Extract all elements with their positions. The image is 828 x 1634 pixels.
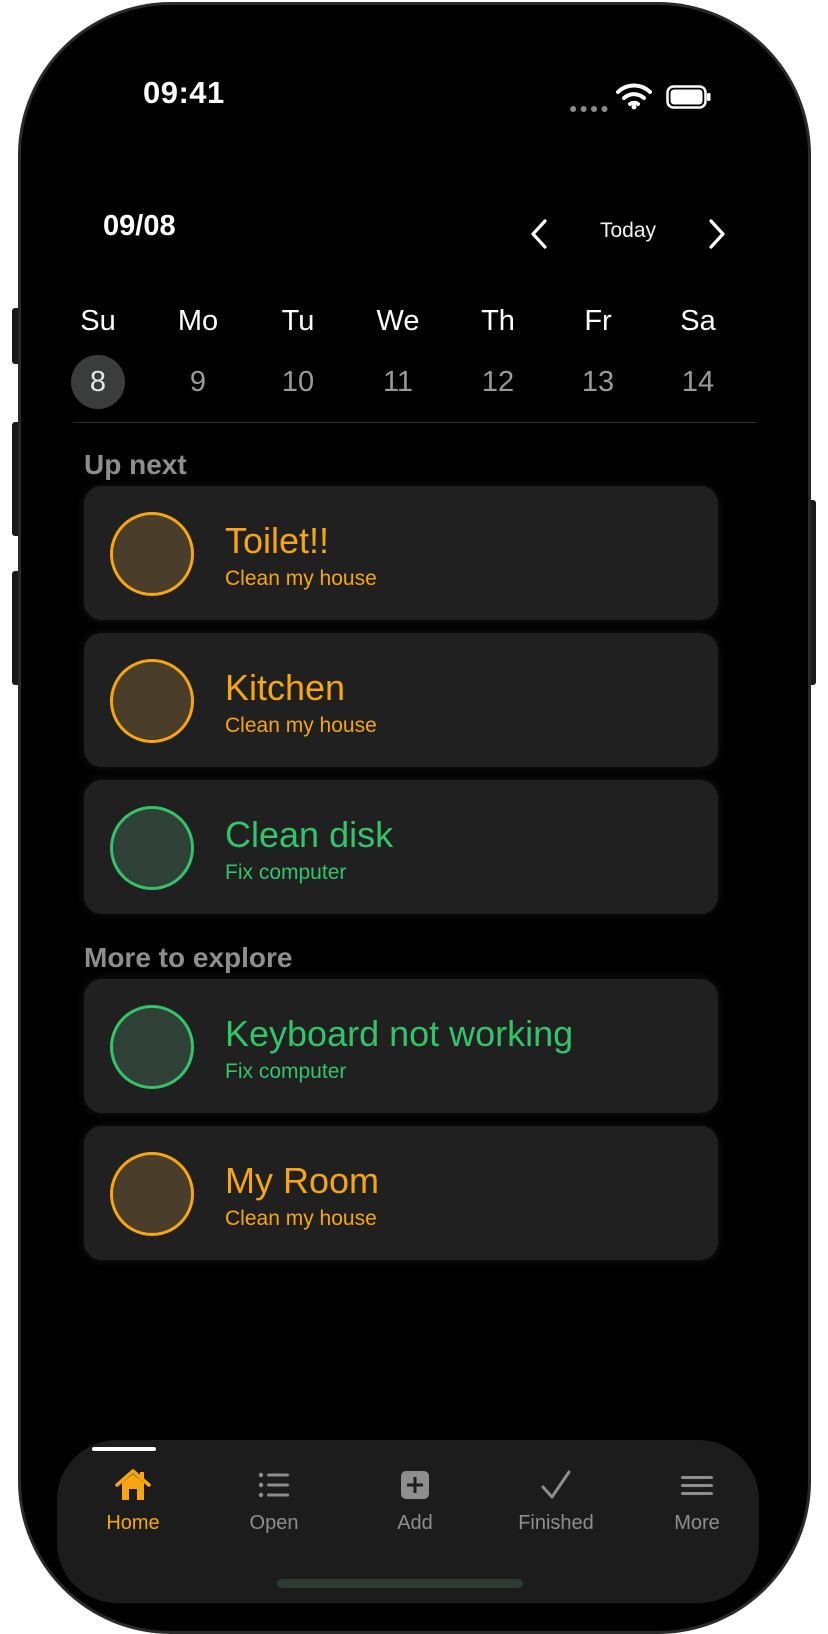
tab-more[interactable]: More	[632, 1440, 759, 1560]
week-divider	[73, 422, 757, 423]
task-subtitle: Clean my house	[225, 1207, 377, 1230]
task-card[interactable]: Keyboard not working Fix computer	[84, 979, 718, 1113]
day-name: Th	[481, 305, 515, 337]
task-title: My Room	[225, 1160, 380, 1201]
task-card[interactable]: Kitchen Clean my house	[84, 633, 718, 767]
current-date: 09/08	[103, 210, 176, 242]
day-name: Mo	[177, 305, 219, 337]
today-button[interactable]: Today	[600, 219, 656, 243]
plus-square-icon	[401, 1471, 429, 1499]
power-button	[807, 500, 816, 685]
task-status-circle[interactable]	[110, 1005, 194, 1089]
section-title-up-next: Up next	[84, 449, 187, 480]
day-number: 14	[681, 366, 715, 398]
battery-icon	[666, 85, 711, 109]
week-strip: Su 8 Mo 9 Tu 10 We 11 Th 12 Fr 13 Sa 14	[69, 301, 798, 411]
tab-bar: Home Open Add Finished More	[57, 1440, 759, 1603]
day-column-su[interactable]: Su 8	[46, 301, 150, 409]
day-column-fr[interactable]: Fr 13	[546, 301, 650, 409]
day-column-sa[interactable]: Sa 14	[646, 301, 750, 409]
task-card[interactable]: Clean disk Fix computer	[84, 780, 718, 914]
day-number: 12	[481, 366, 515, 398]
tab-label: More	[674, 1512, 720, 1534]
task-status-circle[interactable]	[110, 659, 194, 743]
signal-dots-icon: ●●●●	[569, 100, 611, 116]
home-indicator[interactable]	[277, 1579, 523, 1588]
task-title: Toilet!!	[225, 520, 330, 561]
day-column-we[interactable]: We 11	[346, 301, 450, 409]
wifi-icon	[616, 83, 652, 110]
day-name: Fr	[584, 305, 612, 337]
tab-label: Add	[397, 1512, 433, 1534]
task-title: Kitchen	[225, 667, 346, 708]
day-number: 11	[382, 366, 414, 398]
day-name: We	[376, 305, 420, 337]
tab-label: Home	[106, 1512, 160, 1534]
volume-up-button	[12, 422, 21, 536]
tab-finished[interactable]: Finished	[491, 1440, 621, 1560]
task-status-circle[interactable]	[110, 512, 194, 596]
day-name: Sa	[680, 305, 716, 337]
day-column-tu[interactable]: Tu 10	[246, 301, 350, 409]
day-column-th[interactable]: Th 12	[446, 301, 550, 409]
home-icon	[115, 1469, 151, 1500]
task-card[interactable]: My Room Clean my house	[84, 1126, 718, 1260]
tab-add[interactable]: Add	[350, 1440, 480, 1560]
next-week-chevron-icon[interactable]	[705, 217, 729, 251]
day-number: 13	[581, 366, 615, 398]
day-column-mo[interactable]: Mo 9	[146, 301, 250, 409]
tab-home[interactable]: Home	[68, 1440, 198, 1560]
day-number: 9	[189, 366, 207, 398]
silent-switch	[12, 308, 21, 364]
task-card[interactable]: Toilet!! Clean my house	[84, 486, 718, 620]
section-title-more-to-explore: More to explore	[84, 942, 293, 973]
tab-label: Finished	[518, 1512, 594, 1534]
checkmark-icon	[541, 1470, 571, 1499]
task-subtitle: Fix computer	[225, 1060, 347, 1083]
tab-open[interactable]: Open	[209, 1440, 339, 1560]
tab-label: Open	[249, 1512, 299, 1534]
phone-frame: 09:41 ●●●● 09/08 Today Su 8 Mo 9 Tu 10 W…	[21, 5, 808, 1631]
day-number: 10	[281, 366, 315, 398]
previous-week-chevron-icon[interactable]	[527, 217, 551, 251]
task-subtitle: Fix computer	[225, 861, 347, 884]
day-name: Tu	[281, 305, 315, 337]
volume-down-button	[12, 571, 21, 685]
task-subtitle: Clean my house	[225, 714, 377, 737]
task-title: Keyboard not working	[225, 1013, 574, 1054]
status-time: 09:41	[143, 75, 225, 110]
day-number-selected: 8	[71, 355, 125, 409]
task-subtitle: Clean my house	[225, 567, 377, 590]
task-status-circle[interactable]	[110, 806, 194, 890]
task-status-circle[interactable]	[110, 1152, 194, 1236]
list-icon	[258, 1472, 289, 1498]
active-tab-indicator	[92, 1447, 156, 1451]
menu-icon	[681, 1476, 713, 1495]
app-screen: 09:41 ●●●● 09/08 Today Su 8 Mo 9 Tu 10 W…	[21, 5, 808, 1631]
task-title: Clean disk	[225, 814, 394, 855]
day-name: Su	[80, 305, 116, 337]
